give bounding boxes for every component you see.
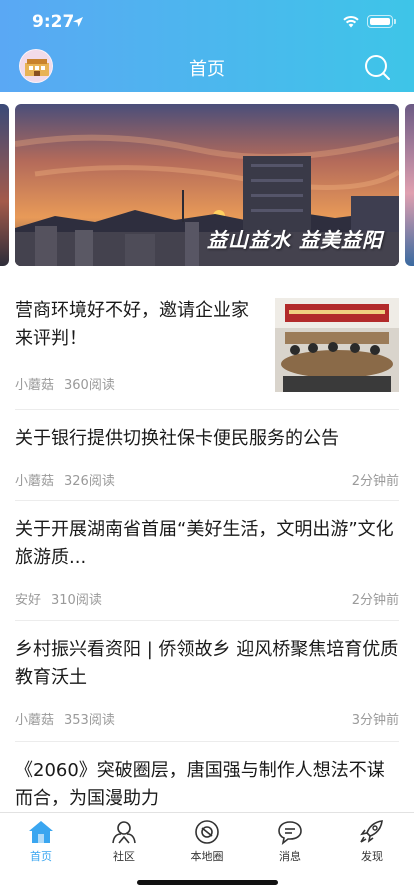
article-title: 营商环境好不好，邀请企业家来评判！ (15, 300, 249, 349)
local-circle-icon (195, 820, 219, 844)
wifi-icon (343, 15, 359, 28)
community-icon (112, 821, 136, 844)
list-item[interactable]: 营商环境好不好，邀请企业家来评判！ 小蘑菇 360阅读 (15, 280, 399, 410)
home-indicator (137, 880, 278, 885)
article-meta: 安好 310阅读 (15, 589, 102, 608)
article-author: 安好 (15, 593, 42, 608)
tab-label: 首页 (30, 850, 52, 863)
article-meta: 小蘑菇 360阅读 (15, 374, 115, 393)
app-header: 9:27 首页 (0, 0, 414, 92)
article-title: 《2060》突破圈层，唐国强与制作人想法不谋而合，为国漫助力 (15, 760, 385, 809)
article-time: 2分钟前 (351, 474, 399, 489)
search-icon[interactable] (363, 53, 391, 81)
tab-label: 消息 (279, 850, 301, 863)
article-title: 乡村振兴看资阳 | 侨领故乡 迎风桥聚焦培育优质教育沃土 (15, 639, 399, 688)
tab-discover[interactable]: 发现 (337, 819, 407, 869)
battery-icon (367, 15, 396, 28)
banner-caption: 益山益水 益美益阳 (207, 228, 383, 252)
tab-local-circle[interactable]: 本地圈 (172, 819, 242, 869)
article-reads: 310阅读 (51, 593, 102, 608)
discover-icon (360, 820, 383, 843)
status-bar: 9:27 (0, 0, 414, 44)
list-item[interactable]: 乡村振兴看资阳 | 侨领故乡 迎风桥聚焦培育优质教育沃土 小蘑菇 353阅读 3分… (15, 621, 399, 742)
article-meta: 小蘑菇 326阅读 (15, 470, 115, 489)
banner-slide[interactable]: 益山益水 益美益阳 (15, 104, 399, 266)
article-reads: 326阅读 (64, 474, 115, 489)
banner-previous-slide[interactable] (0, 104, 9, 266)
article-meta: 小蘑菇 353阅读 (15, 709, 115, 728)
article-thumbnail (275, 298, 399, 392)
article-title: 关于银行提供切换社保卡便民服务的公告 (15, 428, 339, 449)
list-item[interactable]: 关于开展湖南省首届“美好生活，文明出游”文化旅游质... 安好 310阅读 2分钟… (15, 501, 399, 621)
article-reads: 360阅读 (64, 378, 115, 393)
tab-label: 社区 (113, 850, 135, 863)
list-item[interactable]: 《2060》突破圈层，唐国强与制作人想法不谋而合，为国漫助力 (15, 742, 399, 822)
list-item[interactable]: 关于银行提供切换社保卡便民服务的公告 小蘑菇 326阅读 2分钟前 (15, 410, 399, 501)
article-author: 小蘑菇 (15, 474, 55, 489)
home-icon (29, 821, 53, 843)
status-time: 9:27 (32, 12, 75, 32)
tab-messages[interactable]: 消息 (255, 819, 325, 869)
tab-label: 本地圈 (190, 850, 224, 863)
article-time: 3分钟前 (351, 713, 399, 728)
article-title: 关于开展湖南省首届“美好生活，文明出游”文化旅游质... (15, 519, 394, 568)
page-title: 首页 (189, 59, 225, 80)
tab-label: 发现 (361, 850, 383, 863)
article-time: 2分钟前 (351, 593, 399, 608)
banner-carousel[interactable]: 益山益水 益美益阳 (0, 104, 414, 268)
message-icon (278, 821, 302, 845)
tab-community[interactable]: 社区 (89, 819, 159, 869)
location-arrow-icon (73, 17, 83, 27)
banner-next-slide[interactable] (405, 104, 414, 266)
article-reads: 353阅读 (64, 713, 115, 728)
article-author: 小蘑菇 (15, 378, 55, 393)
tab-home[interactable]: 首页 (6, 819, 76, 869)
article-author: 小蘑菇 (15, 713, 55, 728)
